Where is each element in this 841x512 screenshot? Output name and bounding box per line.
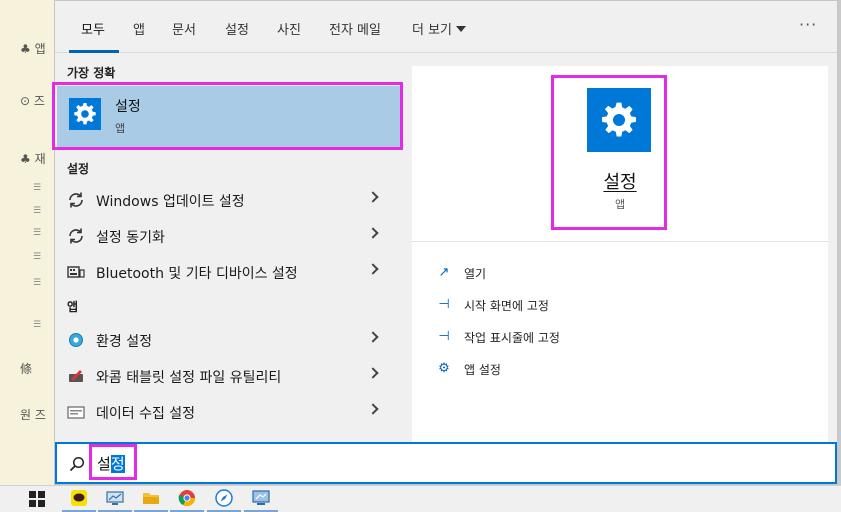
- data-collection-icon: [67, 403, 85, 421]
- chevron-right-icon[interactable]: [367, 403, 379, 415]
- results-list: 가장 정확 설정 앱 설정 Windows 업데이트 설정 설정 동기화 Blu…: [55, 54, 401, 442]
- action-label: 열기: [464, 267, 487, 281]
- search-tab-bar: 모두 앱 문서 설정 사진 전자 메일 더 보기 ···: [55, 1, 837, 53]
- result-label: Windows 업데이트 설정: [96, 194, 245, 210]
- preview-pane: 설정 앱 ↗ 열기 ⊣ 시작 화면에 고정 ⊣ 작업 표시줄에 고정 ⚙ 앱 설…: [412, 66, 828, 442]
- search-box[interactable]: 설정: [55, 442, 837, 484]
- result-environment-settings[interactable]: 환경 설정: [55, 323, 400, 357]
- best-match-item[interactable]: 설정 앱: [57, 86, 401, 148]
- pin-icon: ⊣: [438, 329, 450, 344]
- taskbar: [0, 485, 841, 512]
- result-windows-update-settings[interactable]: Windows 업데이트 설정: [55, 183, 400, 217]
- chevron-right-icon[interactable]: [367, 367, 379, 379]
- divider: [412, 241, 828, 242]
- pin-icon: ⊣: [438, 297, 450, 312]
- action-label: 앱 설정: [464, 363, 501, 377]
- search-icon: [69, 456, 85, 472]
- result-bluetooth-settings[interactable]: Bluetooth 및 기타 디바이스 설정: [55, 255, 400, 289]
- result-wacom-tablet-utility[interactable]: 와콤 태블릿 설정 파일 유틸리티: [55, 359, 400, 393]
- safari-icon[interactable]: [207, 486, 241, 512]
- result-data-collection-settings[interactable]: 데이터 수집 설정: [55, 395, 400, 429]
- gear-icon: ⚙: [438, 361, 450, 376]
- tab-photos[interactable]: 사진: [277, 19, 301, 38]
- chrome-icon[interactable]: [170, 486, 204, 512]
- chevron-right-icon[interactable]: [367, 263, 379, 275]
- chevron-right-icon[interactable]: [367, 191, 379, 203]
- best-match-header: 가장 정확: [67, 66, 116, 80]
- more-options-button[interactable]: ···: [799, 15, 817, 34]
- gear-icon: [69, 98, 101, 130]
- open-icon: ↗: [438, 265, 450, 280]
- action-pin-to-taskbar[interactable]: ⊣ 작업 표시줄에 고정: [436, 327, 736, 349]
- preview-title[interactable]: 설정: [412, 168, 828, 194]
- action-label: 작업 표시줄에 고정: [464, 331, 560, 345]
- background-text: ⊙ 즈: [20, 94, 45, 108]
- chevron-right-icon[interactable]: [367, 331, 379, 343]
- chevron-right-icon[interactable]: [367, 227, 379, 239]
- background-text: 원 즈: [20, 408, 46, 422]
- tab-apps[interactable]: 앱: [133, 19, 145, 38]
- background-text: ♣ 재: [20, 152, 46, 166]
- preview-subtitle: 앱: [614, 198, 626, 211]
- keyboard-device-icon: [67, 263, 85, 281]
- tablet-pen-icon: [67, 367, 85, 385]
- apps-section-header: 앱: [67, 300, 79, 314]
- tab-more[interactable]: 더 보기: [412, 19, 467, 38]
- sync-icon: [67, 191, 85, 209]
- tab-documents[interactable]: 문서: [172, 19, 196, 38]
- action-app-settings[interactable]: ⚙ 앱 설정: [436, 359, 736, 381]
- tab-settings[interactable]: 설정: [225, 19, 249, 38]
- preview-title-text: 설정: [603, 172, 637, 193]
- background-document: ♣ 앱 ⊙ 즈 ♣ 재 ☰ ☰ ☰ ☰ ☰ ☰ 條 원 즈: [0, 0, 56, 485]
- windows-start-button[interactable]: [20, 486, 54, 512]
- tab-all[interactable]: 모두: [81, 19, 105, 38]
- gear-icon[interactable]: [587, 88, 651, 152]
- settings-section-header: 설정: [67, 162, 90, 176]
- tab-more-label: 더 보기: [412, 23, 453, 38]
- action-pin-to-start[interactable]: ⊣ 시작 화면에 고정: [436, 295, 736, 317]
- result-label: 데이터 수집 설정: [96, 406, 196, 422]
- result-sync-settings[interactable]: 설정 동기화: [55, 219, 400, 253]
- search-selected-text: 정: [110, 455, 125, 473]
- search-typed-text: 설: [97, 455, 111, 473]
- result-label: 와콤 태블릿 설정 파일 유틸리티: [96, 370, 282, 386]
- environment-gear-icon: [67, 331, 85, 349]
- result-label: Bluetooth 및 기타 디바이스 설정: [96, 266, 298, 282]
- tab-email[interactable]: 전자 메일: [329, 19, 381, 38]
- action-open[interactable]: ↗ 열기: [436, 263, 736, 285]
- result-label: 환경 설정: [96, 334, 152, 350]
- chevron-down-icon: [456, 26, 467, 32]
- background-text: ♣ 앱: [20, 42, 46, 56]
- start-search-panel: 모두 앱 문서 설정 사진 전자 메일 더 보기 ··· 가장 정확 설정 앱 …: [54, 0, 838, 485]
- background-text: 條: [20, 362, 33, 376]
- kakaotalk-icon[interactable]: [62, 486, 96, 512]
- monitor-icon[interactable]: [98, 486, 132, 512]
- best-match-subtitle: 앱: [115, 122, 126, 135]
- active-tab-indicator: [69, 50, 119, 53]
- file-explorer-icon[interactable]: [134, 486, 168, 512]
- sync-icon: [67, 227, 85, 245]
- action-label: 시작 화면에 고정: [464, 299, 549, 313]
- remote-desktop-icon[interactable]: [244, 486, 278, 512]
- result-label: 설정 동기화: [96, 230, 165, 246]
- search-input[interactable]: 설정: [97, 453, 125, 474]
- best-match-title: 설정: [115, 99, 141, 115]
